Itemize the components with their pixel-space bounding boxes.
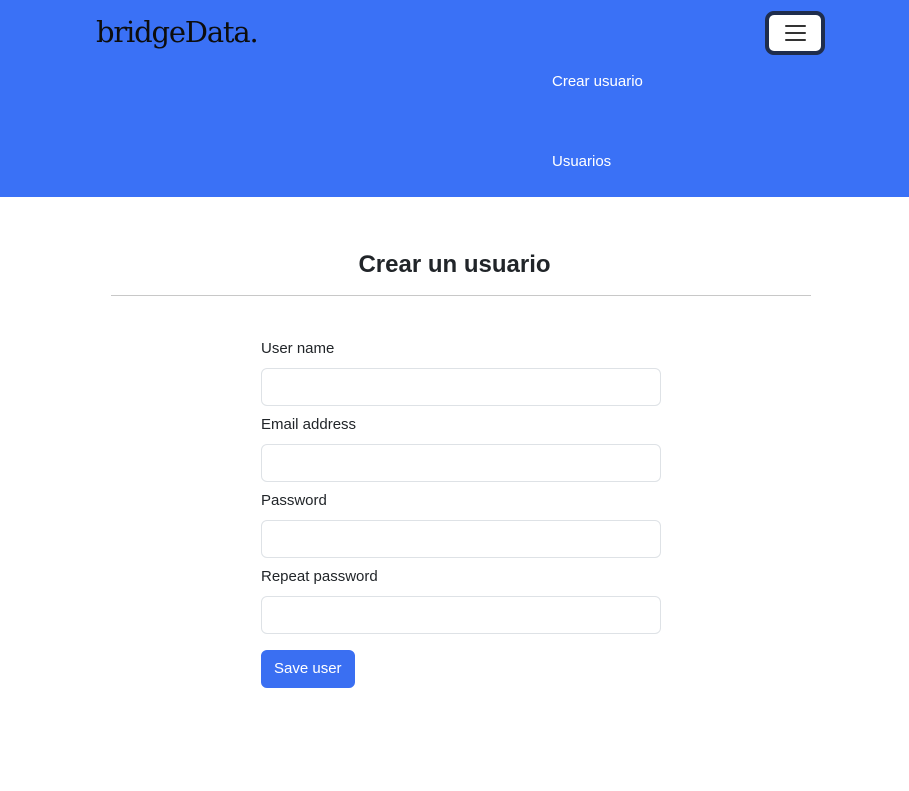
username-field-group: User name — [261, 340, 661, 406]
create-user-form: User name Email address Password Repeat … — [261, 340, 661, 688]
email-label: Email address — [261, 416, 357, 433]
email-field-group: Email address — [261, 416, 661, 482]
email-input[interactable] — [261, 444, 661, 482]
password-input[interactable] — [261, 520, 661, 558]
navbar: bridgeData. Crear usuario Usuarios — [0, 0, 909, 197]
page-title: Crear un usuario — [358, 251, 551, 278]
nav-link-crear-usuario[interactable]: Crear usuario — [552, 73, 643, 90]
save-user-button[interactable]: Save user — [261, 650, 355, 688]
navbar-toggler-button[interactable] — [765, 11, 825, 55]
username-label: User name — [261, 340, 335, 357]
username-input[interactable] — [261, 368, 661, 406]
repeat-password-field-group: Repeat password — [261, 568, 661, 634]
repeat-password-label: Repeat password — [261, 568, 378, 585]
repeat-password-input[interactable] — [261, 596, 661, 634]
nav-link-usuarios[interactable]: Usuarios — [552, 153, 611, 170]
password-label: Password — [261, 492, 327, 509]
password-field-group: Password — [261, 492, 661, 558]
brand-logo[interactable]: bridgeData. — [96, 12, 259, 52]
title-divider — [111, 295, 811, 296]
